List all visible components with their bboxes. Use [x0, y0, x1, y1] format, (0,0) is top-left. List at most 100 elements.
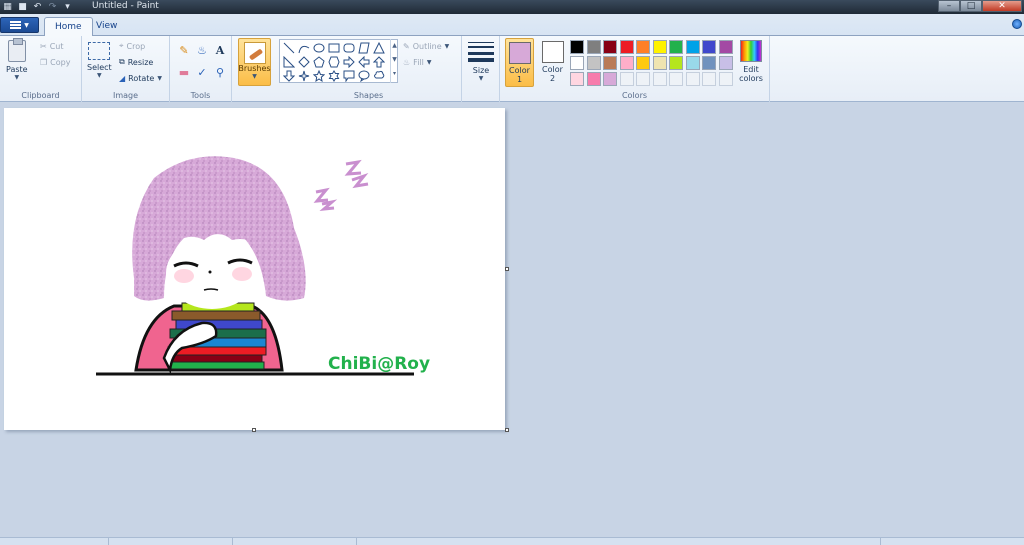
- rotate-label: Rotate: [128, 73, 155, 83]
- palette-swatch[interactable]: [702, 72, 716, 86]
- canvas-resize-handle-bottom[interactable]: [252, 428, 256, 432]
- palette-swatch[interactable]: [636, 40, 650, 54]
- help-icon[interactable]: [1012, 19, 1022, 29]
- redo-icon[interactable]: ↷: [47, 2, 58, 13]
- undo-icon[interactable]: ↶: [32, 2, 43, 13]
- outline-button[interactable]: ✎ Outline ▼: [403, 39, 449, 53]
- polygon-shape-icon[interactable]: [357, 41, 370, 54]
- image-group-label: Image: [112, 91, 139, 100]
- customize-quick-access-icon[interactable]: ▾: [62, 2, 73, 13]
- curve-shape-icon[interactable]: [297, 41, 310, 54]
- palette-swatch[interactable]: [669, 72, 683, 86]
- cloud-callout-shape-icon[interactable]: [372, 69, 385, 82]
- select-button[interactable]: Select ▼: [87, 42, 112, 79]
- paint-menu-button[interactable]: ▼: [0, 17, 39, 33]
- palette-swatch[interactable]: [603, 56, 617, 70]
- cut-button[interactable]: ✂ Cut: [40, 39, 64, 53]
- palette-swatch[interactable]: [718, 72, 733, 86]
- eraser-icon[interactable]: ▬: [176, 64, 192, 80]
- fill-label: Fill: [413, 57, 424, 67]
- palette-swatch[interactable]: [652, 56, 667, 70]
- palette-swatch[interactable]: [570, 72, 584, 86]
- right-arrow-shape-icon[interactable]: [342, 55, 355, 68]
- palette-swatch[interactable]: [570, 56, 584, 70]
- palette-swatch[interactable]: [685, 56, 700, 70]
- brushes-button[interactable]: Brushes ▼: [238, 38, 271, 86]
- palette-swatch[interactable]: [586, 72, 601, 86]
- palette-swatch[interactable]: [619, 72, 634, 86]
- palette-swatch[interactable]: [586, 40, 601, 54]
- five-point-star-shape-icon[interactable]: [312, 69, 325, 82]
- size-label: Size: [472, 66, 490, 75]
- palette-swatch[interactable]: [603, 40, 617, 54]
- maximize-button[interactable]: □: [960, 0, 982, 12]
- palette-swatch[interactable]: [619, 56, 634, 70]
- palette-swatch[interactable]: [685, 72, 700, 86]
- palette-swatch[interactable]: [570, 40, 584, 54]
- palette-swatch[interactable]: [652, 40, 667, 54]
- minimize-button[interactable]: –: [938, 0, 960, 12]
- down-arrow-shape-icon[interactable]: [282, 69, 295, 82]
- menu-icon: [10, 21, 22, 29]
- four-point-star-shape-icon[interactable]: [297, 69, 310, 82]
- canvas-resize-handle-corner[interactable]: [505, 428, 509, 432]
- size-button[interactable]: Size ▼: [468, 40, 494, 82]
- edit-colors-button[interactable]: Edit colors: [736, 38, 766, 87]
- crop-icon: ⌖: [119, 41, 124, 50]
- rectangle-callout-shape-icon[interactable]: [342, 69, 355, 82]
- pencil-icon[interactable]: ✎: [176, 42, 192, 58]
- paint-app-icon[interactable]: ▦: [2, 2, 13, 13]
- palette-swatch[interactable]: [718, 56, 733, 70]
- palette-swatch[interactable]: [603, 72, 617, 86]
- resize-button[interactable]: ⧉ Resize: [119, 55, 153, 69]
- palette-swatch[interactable]: [685, 40, 700, 54]
- palette-swatch[interactable]: [652, 72, 667, 86]
- up-arrow-shape-icon[interactable]: [372, 55, 385, 68]
- right-triangle-shape-icon[interactable]: [282, 55, 295, 68]
- palette-swatch[interactable]: [636, 72, 650, 86]
- outline-label: Outline: [412, 41, 442, 51]
- palette-swatch[interactable]: [718, 40, 733, 54]
- palette-swatch[interactable]: [619, 40, 634, 54]
- paste-button[interactable]: Paste ▼: [6, 38, 28, 81]
- canvas-workspace[interactable]: ChiBi@Roy: [0, 103, 1024, 537]
- color-1-label-line2: 1: [516, 75, 523, 84]
- save-icon[interactable]: ■: [17, 2, 28, 13]
- triangle-shape-icon[interactable]: [372, 41, 385, 54]
- pentagon-shape-icon[interactable]: [312, 55, 325, 68]
- close-button[interactable]: ✕: [982, 0, 1022, 12]
- shapes-scroll[interactable]: ▲ ▼ ▾: [390, 39, 398, 83]
- resize-label: Resize: [127, 57, 154, 67]
- rectangle-shape-icon[interactable]: [327, 41, 340, 54]
- left-arrow-shape-icon[interactable]: [357, 55, 370, 68]
- tab-view[interactable]: View: [86, 17, 127, 36]
- palette-swatch[interactable]: [669, 40, 683, 54]
- crop-button[interactable]: ⌖ Crop: [119, 39, 145, 53]
- rotate-button[interactable]: ◢ Rotate ▼: [119, 71, 162, 85]
- canvas-resize-handle-right[interactable]: [505, 267, 509, 271]
- magnifier-icon[interactable]: ⚲: [212, 64, 228, 80]
- palette-swatch[interactable]: [702, 56, 716, 70]
- color-2-button[interactable]: Color 2: [538, 38, 567, 87]
- copy-button[interactable]: ❐ Copy: [40, 55, 70, 69]
- diamond-shape-icon[interactable]: [297, 55, 310, 68]
- palette-swatch[interactable]: [586, 56, 601, 70]
- palette-swatch[interactable]: [702, 40, 716, 54]
- rotate-icon: ◢: [119, 73, 126, 83]
- fill-button[interactable]: ♨ Fill ▼: [403, 55, 431, 69]
- oval-shape-icon[interactable]: [312, 41, 325, 54]
- oval-callout-shape-icon[interactable]: [357, 69, 370, 82]
- tools-group-label: Tools: [190, 91, 211, 100]
- cut-label: Cut: [49, 41, 64, 51]
- text-icon[interactable]: A: [212, 42, 228, 58]
- rounded-rectangle-shape-icon[interactable]: [342, 41, 355, 54]
- fill-icon[interactable]: ♨: [194, 42, 210, 58]
- line-shape-icon[interactable]: [282, 41, 295, 54]
- six-point-star-shape-icon[interactable]: [327, 69, 340, 82]
- color-picker-icon[interactable]: ✓: [194, 64, 210, 80]
- drawing-canvas[interactable]: ChiBi@Roy: [4, 108, 509, 432]
- hexagon-shape-icon[interactable]: [327, 55, 340, 68]
- color-1-button[interactable]: Color 1: [505, 38, 534, 87]
- palette-swatch[interactable]: [669, 56, 683, 70]
- palette-swatch[interactable]: [636, 56, 650, 70]
